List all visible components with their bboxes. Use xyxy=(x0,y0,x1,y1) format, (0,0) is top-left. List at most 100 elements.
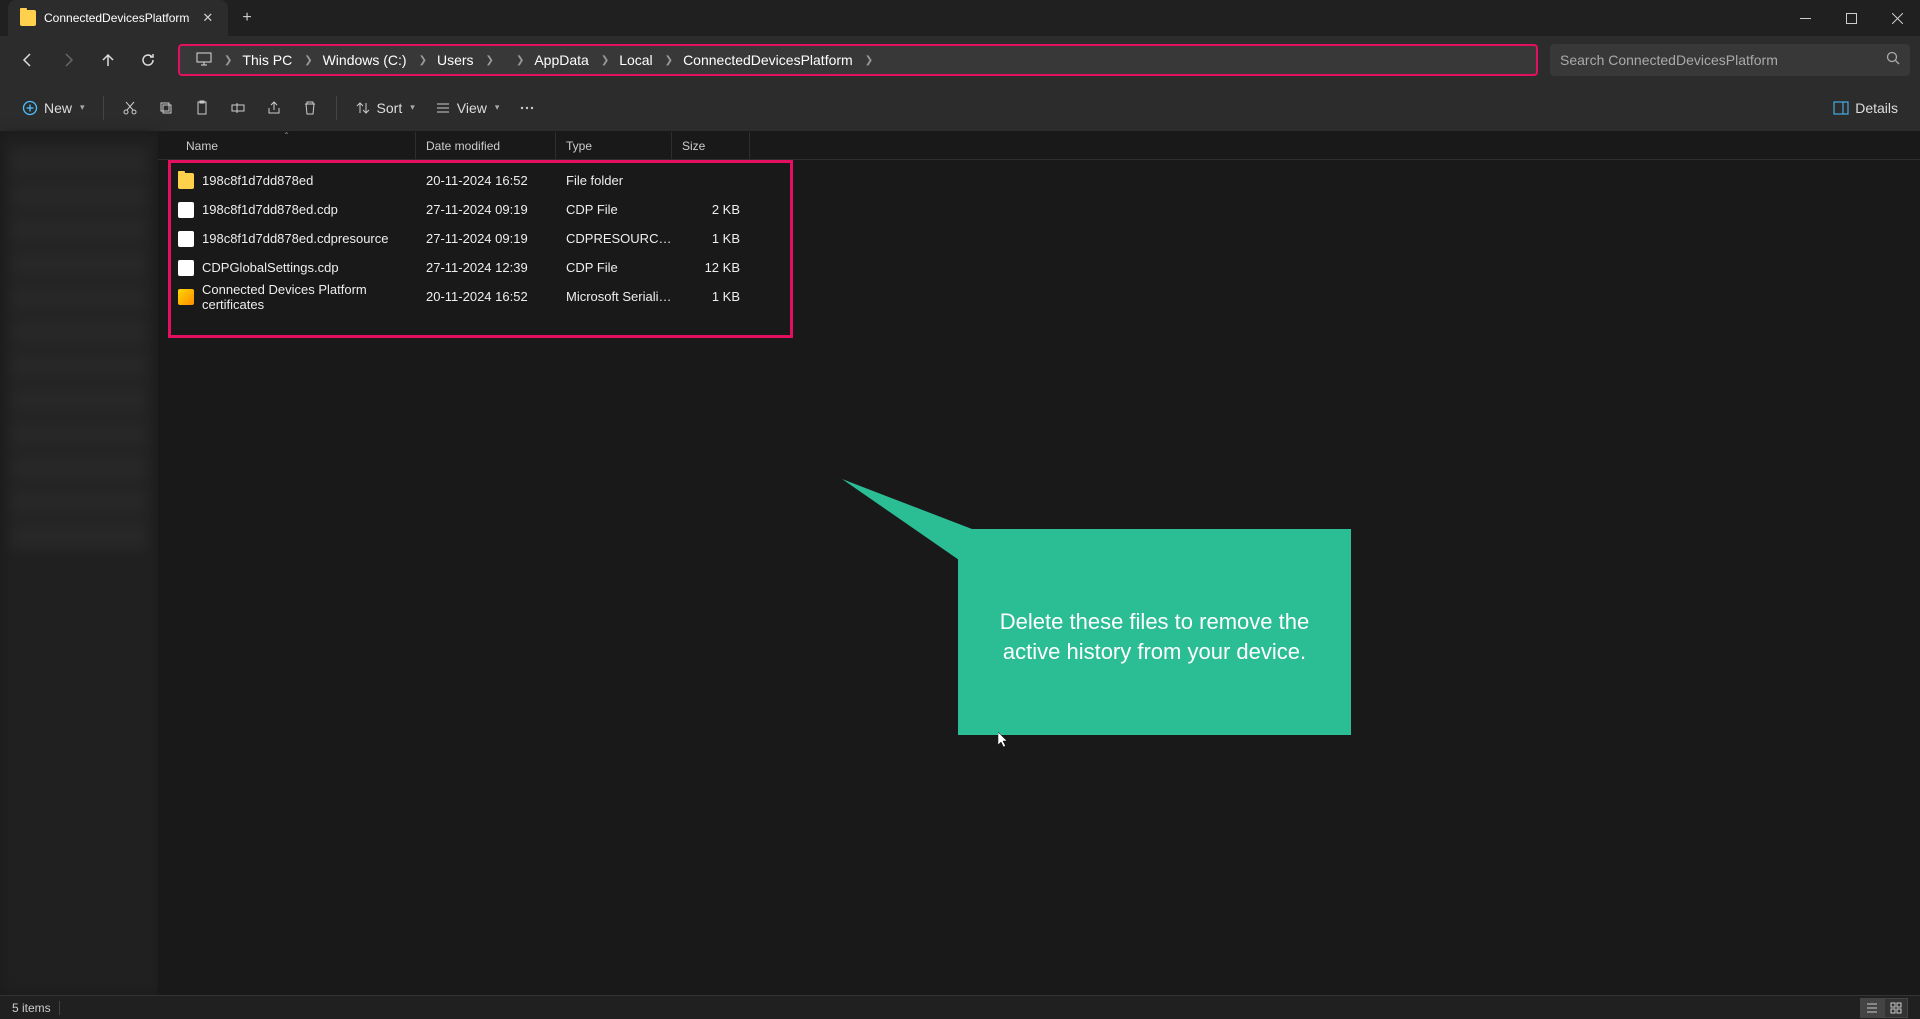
new-tab-button[interactable]: + xyxy=(228,9,265,27)
file-list-area: ⌃ Name Date modified Type Size 198c8f1d7… xyxy=(158,132,1920,995)
file-list: 198c8f1d7dd878ed20-11-2024 16:52File fol… xyxy=(158,160,1920,311)
status-item-count: 5 items xyxy=(12,1001,51,1015)
navigation-bar: ❯ This PC❯ Windows (C:)❯ Users❯ ❯ AppDat… xyxy=(0,36,1920,84)
details-label: Details xyxy=(1855,100,1898,116)
paste-button[interactable] xyxy=(186,91,218,125)
file-row[interactable]: Connected Devices Platform certificates2… xyxy=(158,282,1920,311)
more-button[interactable] xyxy=(511,91,543,125)
breadcrumb-segment[interactable]: AppData xyxy=(526,48,596,72)
window-tab[interactable]: ConnectedDevicesPlatform ✕ xyxy=(8,0,228,36)
navigation-pane[interactable] xyxy=(0,132,158,995)
file-icon xyxy=(178,231,194,247)
breadcrumb-segment[interactable]: Users xyxy=(429,48,482,72)
details-pane-button[interactable]: Details xyxy=(1825,91,1906,125)
file-name: 198c8f1d7dd878ed.cdp xyxy=(202,202,338,217)
details-view-toggle[interactable] xyxy=(1860,998,1884,1018)
search-icon[interactable] xyxy=(1886,51,1900,70)
new-label: New xyxy=(44,100,72,116)
annotation-callout: Delete these files to remove the active … xyxy=(958,529,1351,735)
up-button[interactable] xyxy=(90,42,126,78)
status-bar: 5 items xyxy=(0,995,1920,1019)
cut-button[interactable] xyxy=(114,91,146,125)
rename-button[interactable] xyxy=(222,91,254,125)
separator xyxy=(336,96,337,120)
sort-label: Sort xyxy=(377,100,403,116)
file-name: 198c8f1d7dd878ed.cdpresource xyxy=(202,231,388,246)
chevron-right-icon[interactable]: ❯ xyxy=(863,55,875,66)
delete-button[interactable] xyxy=(294,91,326,125)
file-size: 12 KB xyxy=(672,260,750,275)
file-icon xyxy=(178,202,194,218)
thumbnails-view-toggle[interactable] xyxy=(1884,998,1908,1018)
cert-icon xyxy=(178,289,194,305)
file-row[interactable]: CDPGlobalSettings.cdp 27-11-2024 12:39CDP… xyxy=(158,253,1920,282)
file-row[interactable]: 198c8f1d7dd878ed.cdp27-11-2024 09:19CDP … xyxy=(158,195,1920,224)
search-box[interactable] xyxy=(1550,44,1910,76)
chevron-right-icon[interactable]: ❯ xyxy=(514,55,526,66)
breadcrumb-segment-redacted[interactable] xyxy=(496,56,512,64)
column-header-type[interactable]: Type xyxy=(556,132,672,159)
file-type: Microsoft Serialise... xyxy=(556,289,672,304)
chevron-right-icon[interactable]: ❯ xyxy=(663,55,675,66)
forward-button[interactable] xyxy=(50,42,86,78)
chevron-right-icon[interactable]: ❯ xyxy=(599,55,611,66)
chevron-right-icon[interactable]: ❯ xyxy=(417,55,429,66)
command-bar: New ▾ Sort ▾ View ▾ Details xyxy=(0,84,1920,132)
file-type: File folder xyxy=(556,173,672,188)
column-header-date[interactable]: Date modified xyxy=(416,132,556,159)
sort-button[interactable]: Sort ▾ xyxy=(347,91,423,125)
breadcrumb-segment[interactable]: This PC xyxy=(234,48,300,72)
search-input[interactable] xyxy=(1560,52,1878,68)
file-date: 20-11-2024 16:52 xyxy=(416,289,556,304)
copy-button[interactable] xyxy=(150,91,182,125)
breadcrumb-segment[interactable]: Local xyxy=(611,48,660,72)
column-header-size[interactable]: Size xyxy=(672,132,750,159)
file-size: 1 KB xyxy=(672,289,750,304)
refresh-button[interactable] xyxy=(130,42,166,78)
view-label: View xyxy=(457,100,487,116)
chevron-down-icon: ▾ xyxy=(80,102,85,113)
file-type: CDPRESOURCE File xyxy=(556,231,672,246)
pc-icon[interactable] xyxy=(188,48,220,73)
view-mode-toggles xyxy=(1860,998,1908,1018)
file-size: 1 KB xyxy=(672,231,750,246)
breadcrumb-segment[interactable]: Windows (C:) xyxy=(315,48,415,72)
file-date: 27-11-2024 12:39 xyxy=(416,260,556,275)
separator xyxy=(103,96,104,120)
title-bar: ConnectedDevicesPlatform ✕ + xyxy=(0,0,1920,36)
view-button[interactable]: View ▾ xyxy=(427,91,508,125)
separator xyxy=(59,1001,60,1015)
address-bar[interactable]: ❯ This PC❯ Windows (C:)❯ Users❯ ❯ AppDat… xyxy=(178,44,1538,76)
file-size: 2 KB xyxy=(672,202,750,217)
share-button[interactable] xyxy=(258,91,290,125)
new-button[interactable]: New ▾ xyxy=(14,91,93,125)
annotation-text: Delete these files to remove the active … xyxy=(958,529,1351,666)
file-row[interactable]: 198c8f1d7dd878ed 20-11-2024 16:52File fol… xyxy=(158,166,1920,195)
file-name: Connected Devices Platform certificates xyxy=(202,282,416,312)
back-button[interactable] xyxy=(10,42,46,78)
sort-indicator-icon: ⌃ xyxy=(283,131,290,140)
folder-icon xyxy=(20,10,36,26)
breadcrumb-segment[interactable]: ConnectedDevicesPlatform xyxy=(675,48,861,72)
close-window-button[interactable] xyxy=(1874,0,1920,36)
chevron-right-icon[interactable]: ❯ xyxy=(302,55,314,66)
file-date: 27-11-2024 09:19 xyxy=(416,231,556,246)
column-header-name[interactable]: ⌃ Name xyxy=(158,132,416,159)
file-name: CDPGlobalSettings.cdp xyxy=(202,260,339,275)
chevron-down-icon: ▾ xyxy=(410,102,415,113)
column-headers: ⌃ Name Date modified Type Size xyxy=(158,132,1920,160)
file-icon xyxy=(178,260,194,276)
main-area: ⌃ Name Date modified Type Size 198c8f1d7… xyxy=(0,132,1920,995)
maximize-button[interactable] xyxy=(1828,0,1874,36)
folder-icon xyxy=(178,173,194,189)
minimize-button[interactable] xyxy=(1782,0,1828,36)
file-type: CDP File xyxy=(556,202,672,217)
file-row[interactable]: 198c8f1d7dd878ed.cdpresource 27-11-2024 0… xyxy=(158,224,1920,253)
tab-close-button[interactable]: ✕ xyxy=(197,8,218,28)
chevron-right-icon[interactable]: ❯ xyxy=(222,55,234,66)
file-type: CDP File xyxy=(556,260,672,275)
cursor-icon xyxy=(998,732,1010,753)
file-name: 198c8f1d7dd878ed xyxy=(202,173,313,188)
chevron-right-icon[interactable]: ❯ xyxy=(484,55,496,66)
file-date: 20-11-2024 16:52 xyxy=(416,173,556,188)
